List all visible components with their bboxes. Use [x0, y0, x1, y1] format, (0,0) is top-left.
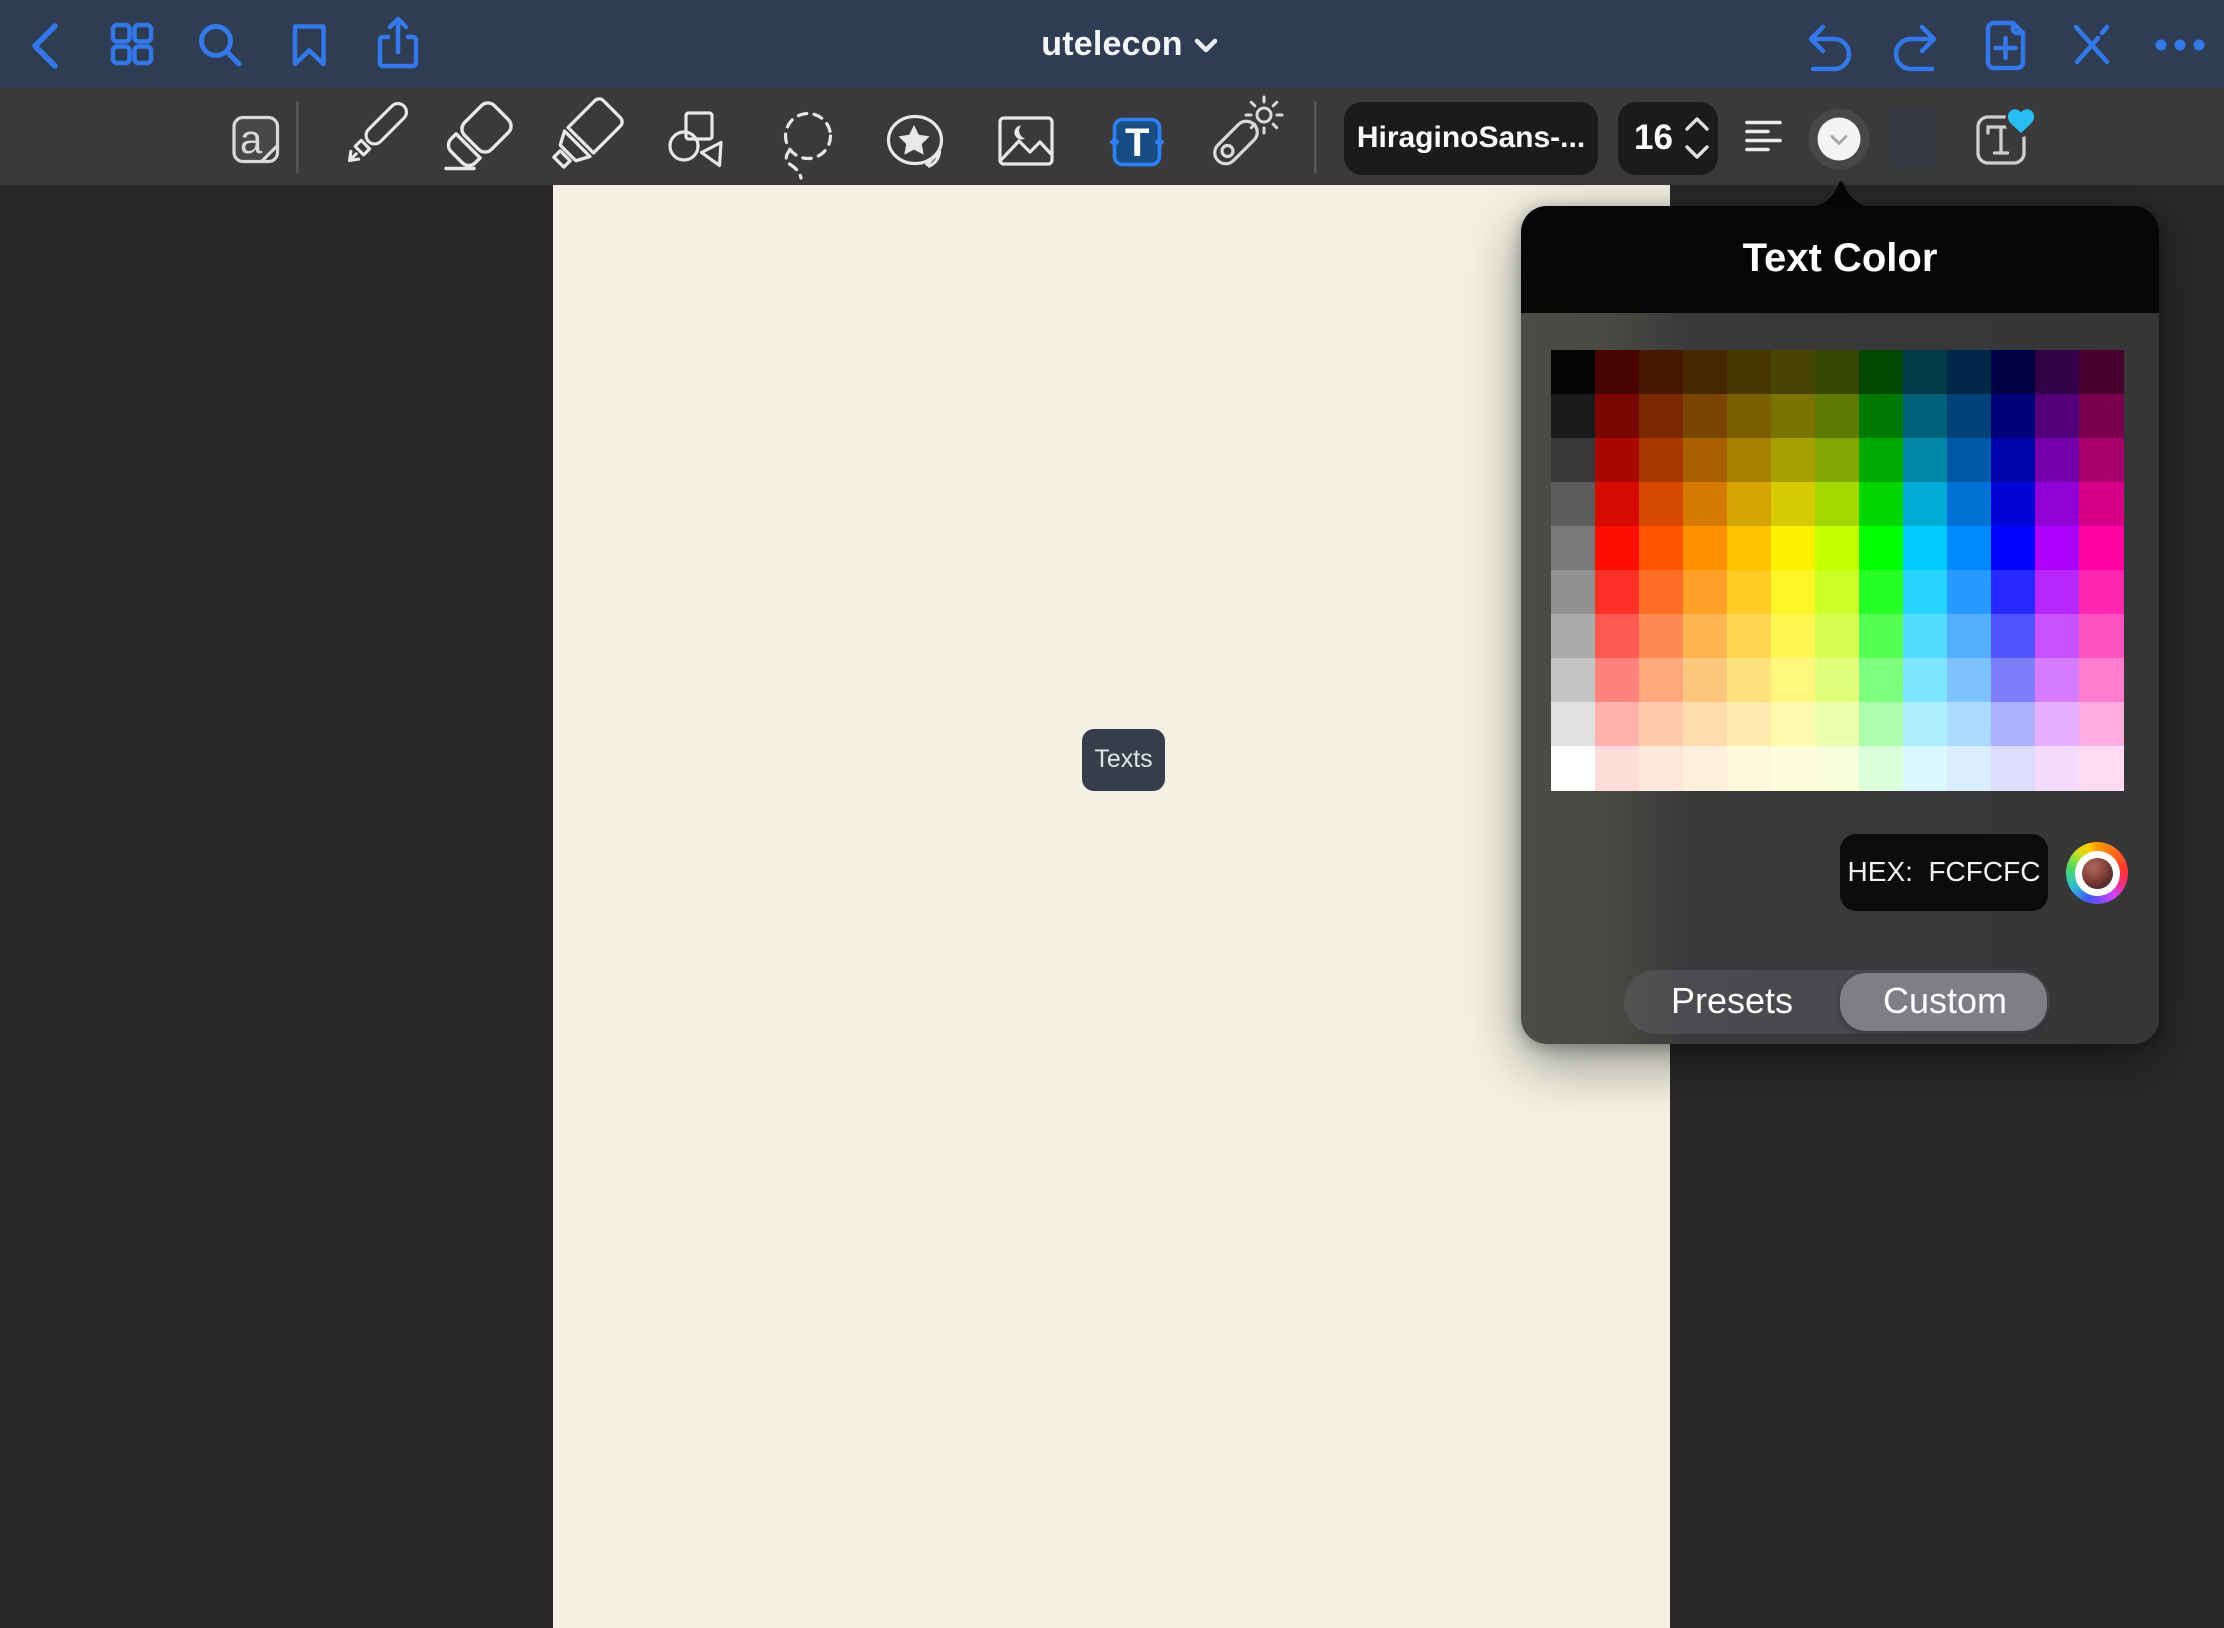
svg-text:T: T — [1125, 121, 1149, 165]
svg-text:a: a — [240, 118, 263, 162]
